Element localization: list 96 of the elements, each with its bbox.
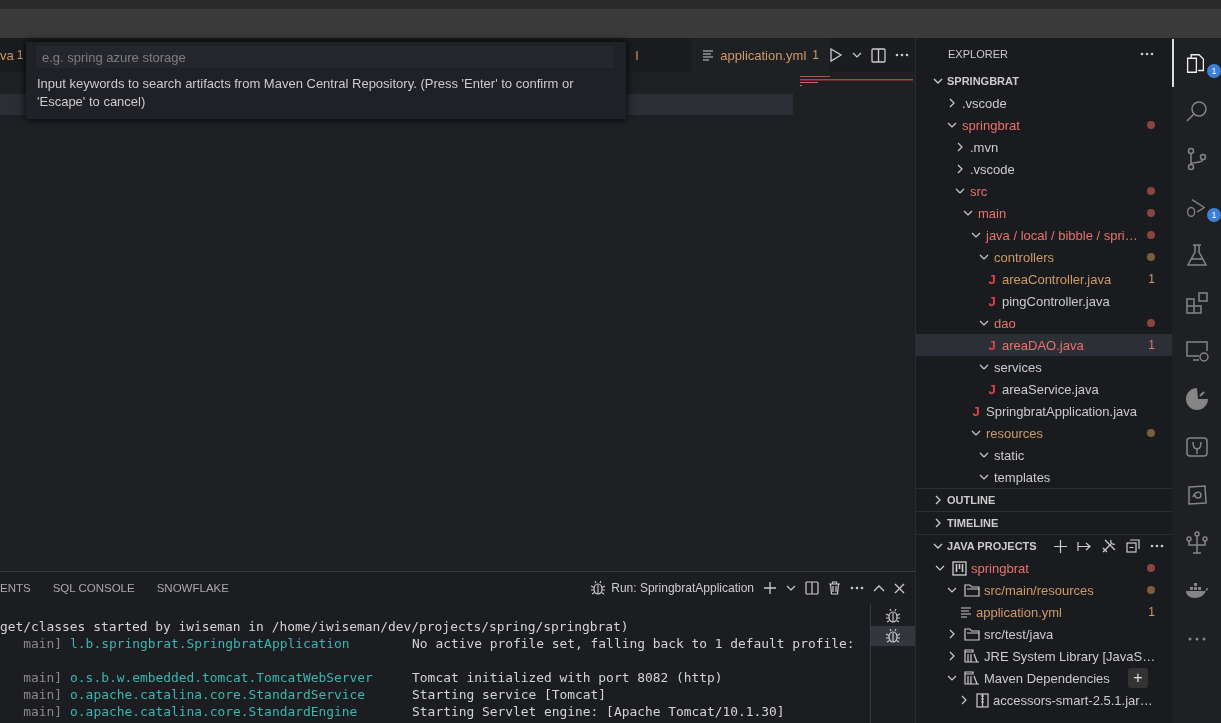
log-thread: main] xyxy=(22,704,63,719)
project-icon xyxy=(952,560,967,576)
tree-item[interactable]: J areaController.java 1 xyxy=(916,268,1172,290)
arrow-to-bar-icon[interactable] xyxy=(1077,540,1092,552)
plus-icon[interactable] xyxy=(1054,539,1067,553)
more-icon[interactable] xyxy=(1187,637,1206,641)
tree-item[interactable]: J SpringbratApplication.java xyxy=(916,400,1172,422)
search-icon[interactable] xyxy=(1184,99,1209,123)
files-icon[interactable] xyxy=(1185,52,1206,74)
section-header[interactable]: SPRINGBRAT xyxy=(947,75,1019,87)
folder-icon xyxy=(964,627,980,641)
java-file-icon: J xyxy=(986,337,998,353)
tree-item[interactable]: .vscode xyxy=(916,158,1172,180)
log-message: Starting service [Tomcat] xyxy=(412,687,607,702)
tree-item[interactable]: resources xyxy=(916,422,1172,444)
log-logger: l.b.springbrat.SpringbratApplication xyxy=(70,635,351,652)
more-icon[interactable] xyxy=(1150,544,1164,548)
terminal-list-item[interactable] xyxy=(871,626,915,646)
quick-input-message: Input keywords to search artifacts from Maven Central Repository. (Press 'Enter' to confirm or 'Escape' to cancel) xyxy=(36,75,575,111)
java-file-icon: J xyxy=(970,403,982,419)
tree-item[interactable]: .vscode xyxy=(916,92,1172,114)
tree-item[interactable]: controllers xyxy=(916,246,1172,268)
log-thread: main] xyxy=(22,670,63,685)
tree-item[interactable]: src xyxy=(916,180,1172,202)
java-file-icon: J xyxy=(986,271,998,287)
file-lines-icon xyxy=(702,49,715,61)
log-message: Tomcat initialized with port 8082 (http) xyxy=(412,670,723,685)
tree-item[interactable]: application.yml 1 xyxy=(916,601,1172,623)
bug-icon xyxy=(885,628,901,644)
more-icon[interactable] xyxy=(1140,52,1154,56)
tree-item[interactable]: J areaDAO.java 1 xyxy=(916,334,1172,356)
split-terminal-icon[interactable] xyxy=(805,581,819,595)
tree-item[interactable]: static xyxy=(916,444,1172,466)
tree-item[interactable]: java / local / bibble / spri… xyxy=(916,224,1172,246)
caret-icon[interactable] xyxy=(786,584,796,592)
java-file-icon: J xyxy=(986,381,998,397)
close-icon[interactable] xyxy=(894,582,905,594)
log-logger: o.s.b.w.embedded.tomcat.TomcatWebServer xyxy=(70,669,374,686)
tools-icon[interactable] xyxy=(1102,539,1116,553)
split-editor-icon[interactable] xyxy=(871,47,886,63)
log-message: Starting Servlet engine: [Apache Tomcat/10.1.30] xyxy=(412,704,785,719)
tree-item[interactable]: springbrat xyxy=(916,114,1172,136)
library-icon xyxy=(964,671,980,685)
chevron-up-icon[interactable] xyxy=(873,584,885,592)
editor-tab[interactable]: l xyxy=(635,38,649,72)
circuit-tree-icon[interactable] xyxy=(1184,531,1209,555)
add-button[interactable]: + xyxy=(1128,668,1148,688)
folder-icon xyxy=(964,583,980,597)
tree-item[interactable]: JRE System Library [JavaS… xyxy=(916,645,1172,667)
monitor-icon[interactable] xyxy=(1184,339,1209,363)
tree-item[interactable]: Maven Dependencies + xyxy=(916,667,1172,689)
log-thread: main] xyxy=(22,687,63,702)
editor-tab[interactable]: application.yml 1 xyxy=(692,38,829,72)
pie-icon[interactable] xyxy=(1184,387,1209,411)
tree-item[interactable]: services xyxy=(916,356,1172,378)
terminal-title[interactable]: Run: SpringbratApplication xyxy=(611,581,754,595)
panel-tab[interactable]: SNOWFLAKE xyxy=(156,582,229,594)
library-icon xyxy=(964,649,980,663)
collapse-all-icon[interactable] xyxy=(1126,539,1140,553)
tree-item[interactable]: accessors-smart-2.5.1.jar… xyxy=(916,689,1172,711)
file-lines-icon xyxy=(960,606,972,618)
section-header[interactable]: JAVA PROJECTS xyxy=(947,540,1037,552)
run-icon[interactable] xyxy=(829,47,843,63)
plus-icon[interactable] xyxy=(763,581,777,595)
count-badge: 1 xyxy=(1207,64,1221,78)
tree-item[interactable]: src/main/resources xyxy=(916,579,1172,601)
terminal-line: get/classes started by iwiseman in /home/iwiseman/dev/projects/spring/springbrat) xyxy=(0,619,629,634)
archive-icon xyxy=(976,692,989,708)
tree-item[interactable]: springbrat xyxy=(916,557,1172,579)
log-logger: o.apache.catalina.core.StandardEngine xyxy=(70,703,359,720)
log-logger: o.apache.catalina.core.StandardService xyxy=(70,686,366,703)
caret-icon[interactable] xyxy=(852,51,862,59)
tree-item[interactable]: J pingController.java xyxy=(916,290,1172,312)
search-field[interactable]: e.g. spring azure storage xyxy=(36,46,614,68)
tree-item[interactable]: .mvn xyxy=(916,136,1172,158)
java-file-icon: J xyxy=(986,293,998,309)
bug-icon xyxy=(885,608,901,624)
tree-item[interactable]: src/test/java xyxy=(916,623,1172,645)
tree-item[interactable]: templates xyxy=(916,466,1172,488)
section-header[interactable]: OUTLINE xyxy=(947,494,996,506)
tree-item[interactable]: main xyxy=(916,202,1172,224)
sidebar-title: EXPLORER xyxy=(948,48,1008,60)
tree-item[interactable]: dao xyxy=(916,312,1172,334)
trash-icon[interactable] xyxy=(828,581,841,595)
count-badge: 1 xyxy=(1207,208,1221,222)
log-thread: main] xyxy=(22,636,63,651)
section-header[interactable]: TIMELINE xyxy=(947,517,999,529)
bug-icon xyxy=(590,580,607,596)
log-message: No active profile set, falling back to 1 default profile: xyxy=(412,636,855,651)
tree-item[interactable]: J areaService.java xyxy=(916,378,1172,400)
extensions-icon[interactable] xyxy=(1184,291,1209,315)
more-icon[interactable] xyxy=(895,53,909,57)
panel-tab[interactable]: ENTS xyxy=(0,582,31,594)
panel-tab[interactable]: SQL CONSOLE xyxy=(52,582,135,594)
more-icon[interactable] xyxy=(850,586,864,590)
flask-icon[interactable] xyxy=(1184,243,1209,267)
